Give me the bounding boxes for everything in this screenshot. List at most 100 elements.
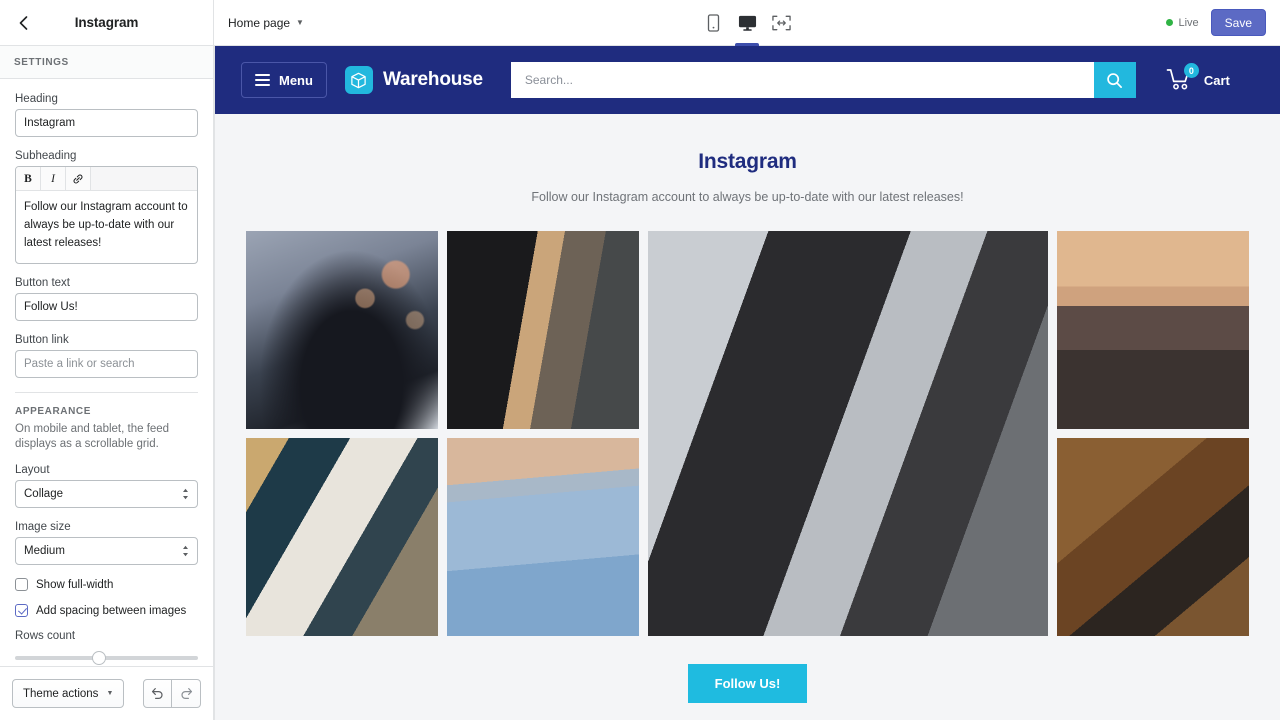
brand-logo-mark bbox=[344, 66, 373, 94]
device-preview-toggle bbox=[696, 0, 798, 46]
slider-handle[interactable] bbox=[91, 651, 106, 665]
image-size-field: Image size Medium bbox=[15, 521, 198, 565]
add-spacing-label: Add spacing between images bbox=[36, 604, 187, 617]
sidebar-footer: Theme actions ▼ bbox=[0, 666, 213, 720]
instagram-image-2[interactable] bbox=[447, 231, 639, 429]
rows-count-slider[interactable] bbox=[15, 646, 198, 666]
layout-field: Layout Collage bbox=[15, 464, 198, 508]
instagram-image-6[interactable] bbox=[447, 438, 639, 636]
cart-label: Cart bbox=[1203, 72, 1230, 88]
menu-label: Menu bbox=[279, 72, 313, 88]
search-icon bbox=[1107, 72, 1123, 88]
button-link-input[interactable]: Paste a link or search bbox=[15, 350, 198, 378]
expand-icon bbox=[771, 15, 791, 31]
layout-select[interactable]: Collage bbox=[15, 480, 198, 508]
settings-section-header: SETTINGS bbox=[0, 46, 213, 79]
cart-button[interactable]: 0 Cart bbox=[1166, 63, 1230, 92]
search-submit-button[interactable] bbox=[1093, 62, 1136, 98]
storefront-header: Menu Warehouse Search... 0 Cart bbox=[215, 46, 1280, 114]
page-selector-label: Home page bbox=[228, 15, 291, 30]
hamburger-icon bbox=[255, 74, 270, 86]
cart-count-badge: 0 bbox=[1183, 63, 1199, 78]
bold-button[interactable]: B bbox=[16, 167, 41, 190]
button-text-label: Button text bbox=[15, 277, 70, 289]
instagram-subtitle: Follow our Instagram account to always b… bbox=[531, 190, 964, 204]
topbar-actions: Live Save bbox=[1166, 9, 1266, 36]
subheading-richtext: B I Follow our Instagram account to alwa… bbox=[15, 166, 198, 264]
back-button[interactable] bbox=[10, 10, 36, 36]
editor-topbar: Home page ▼ Live Save bbox=[214, 0, 1280, 46]
desktop-icon bbox=[738, 15, 756, 31]
checkbox-box bbox=[15, 578, 28, 591]
save-button[interactable]: Save bbox=[1210, 9, 1266, 36]
brand-logo-link[interactable]: Warehouse bbox=[344, 66, 483, 94]
undo-icon bbox=[151, 688, 163, 699]
richtext-toolbar: B I bbox=[16, 167, 197, 191]
button-text-field: Button text Follow Us! bbox=[15, 277, 198, 321]
heading-input[interactable]: Instagram bbox=[15, 109, 198, 137]
theme-actions-button[interactable]: Theme actions ▼ bbox=[12, 679, 125, 708]
instagram-photo bbox=[447, 231, 639, 429]
instagram-image-1[interactable] bbox=[246, 231, 438, 429]
search-input[interactable]: Search... bbox=[510, 62, 1094, 98]
instagram-image-4[interactable] bbox=[1057, 231, 1249, 429]
settings-sidebar: Instagram SETTINGS Heading Instagram Sub… bbox=[0, 0, 214, 720]
add-spacing-checkbox[interactable]: Add spacing between images bbox=[15, 604, 198, 617]
image-size-select-value: Medium bbox=[24, 545, 65, 557]
image-size-label: Image size bbox=[15, 521, 71, 533]
image-size-select[interactable]: Medium bbox=[15, 537, 198, 565]
fullwidth-view-button[interactable] bbox=[764, 1, 798, 46]
redo-button[interactable] bbox=[172, 679, 201, 708]
appearance-note: On mobile and tablet, the feed displays … bbox=[15, 423, 170, 450]
instagram-image-7[interactable] bbox=[1057, 438, 1249, 636]
status-dot bbox=[1166, 19, 1174, 26]
heading-field: Heading Instagram bbox=[15, 93, 198, 137]
instagram-image-5[interactable] bbox=[246, 438, 438, 636]
theme-editor-app: Instagram SETTINGS Heading Instagram Sub… bbox=[0, 0, 1280, 720]
history-controls bbox=[143, 679, 201, 708]
sidebar-scroll-area[interactable]: Heading Instagram Subheading B I Follow … bbox=[0, 79, 213, 666]
rows-count-field: Rows count bbox=[15, 630, 198, 666]
live-label: Live bbox=[1178, 16, 1199, 29]
link-icon bbox=[73, 174, 83, 183]
instagram-photo bbox=[246, 438, 438, 636]
instagram-title: Instagram bbox=[698, 150, 797, 173]
instagram-photo bbox=[1057, 231, 1249, 429]
live-status: Live bbox=[1166, 16, 1199, 29]
menu-button[interactable]: Menu bbox=[241, 62, 327, 98]
subheading-input[interactable]: Follow our Instagram account to always b… bbox=[16, 191, 197, 263]
appearance-section-header: APPEARANCE bbox=[15, 406, 198, 422]
desktop-view-button[interactable] bbox=[730, 1, 764, 46]
mobile-icon bbox=[707, 14, 719, 32]
appearance-section-label: APPEARANCE bbox=[15, 406, 92, 417]
theme-actions-label: Theme actions bbox=[23, 687, 99, 700]
page-selector[interactable]: Home page ▼ bbox=[228, 16, 304, 30]
subheading-label: Subheading bbox=[15, 150, 77, 162]
sidebar-header: Instagram bbox=[0, 0, 213, 46]
instagram-photo bbox=[246, 231, 438, 429]
select-arrows-icon bbox=[182, 488, 189, 500]
heading-label: Heading bbox=[15, 93, 58, 105]
storefront-search: Search... bbox=[510, 62, 1136, 98]
show-full-width-label: Show full-width bbox=[36, 578, 114, 591]
instagram-photo bbox=[447, 438, 639, 636]
sidebar-title: Instagram bbox=[74, 15, 139, 30]
instagram-image-3[interactable] bbox=[648, 231, 1048, 636]
layout-label: Layout bbox=[15, 464, 50, 476]
link-button[interactable] bbox=[66, 167, 91, 190]
button-text-input[interactable]: Follow Us! bbox=[15, 293, 198, 321]
theme-preview: Menu Warehouse Search... 0 Cart Instagra… bbox=[214, 46, 1280, 720]
checkbox-box-checked bbox=[15, 604, 28, 617]
instagram-collage-grid bbox=[238, 231, 1258, 636]
editor-main: Home page ▼ Live Save Menu Warehouse Sea… bbox=[214, 0, 1280, 720]
mobile-view-button[interactable] bbox=[696, 1, 730, 46]
redo-icon bbox=[180, 688, 192, 699]
layout-select-value: Collage bbox=[24, 488, 63, 500]
subheading-field: Subheading B I Follow our Instagram acco bbox=[15, 150, 198, 264]
italic-button[interactable]: I bbox=[41, 167, 66, 190]
settings-section-label: SETTINGS bbox=[14, 56, 69, 68]
follow-us-button[interactable]: Follow Us! bbox=[687, 664, 808, 703]
instagram-photo bbox=[648, 231, 1048, 636]
show-full-width-checkbox[interactable]: Show full-width bbox=[15, 578, 198, 591]
undo-button[interactable] bbox=[143, 679, 172, 708]
